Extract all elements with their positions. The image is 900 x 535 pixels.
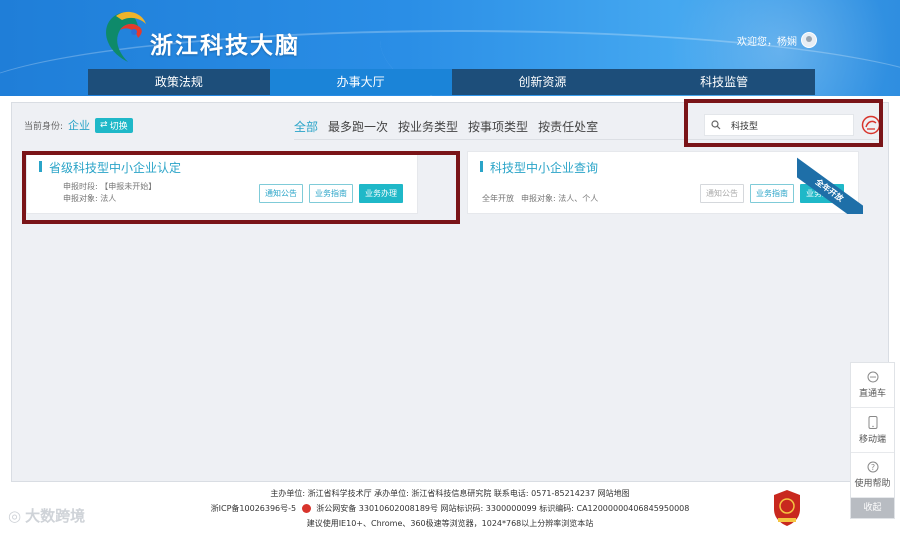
footer-browser-hint: 建议使用IE10+、Chrome、360极速等浏览器，1024*768以上分辨率… — [306, 519, 594, 528]
footer-record-info: 浙公网安备 33010602008189号 网站标识码: 3300000099 … — [316, 504, 690, 513]
card-open-status: 全年开放 — [482, 194, 514, 203]
search-highlight-box — [684, 99, 883, 147]
party-gov-seal-icon[interactable] — [772, 489, 802, 527]
current-identity: 当前身份: 企业 ⇄ 切换 — [24, 117, 133, 133]
year-round-ribbon: 全年开放 — [797, 148, 863, 214]
main-nav: 政策法规 办事大厅 创新资源 科技监管 — [88, 69, 815, 95]
card-accent-bar — [480, 161, 483, 172]
watermark-text: 大数跨境 — [25, 507, 86, 525]
svg-text:?: ? — [870, 463, 874, 472]
direct-access-label: 直通车 — [858, 389, 886, 399]
site-footer: 主办单位: 浙江省科学技术厅 承办单位: 浙江省科技信息研究院 联系电话: 05… — [0, 486, 900, 531]
footer-organizer: 主办单位: 浙江省科学技术厅 承办单位: 浙江省科技信息研究院 联系电话: 05… — [270, 489, 630, 498]
switch-icon: ⇄ — [100, 120, 108, 130]
user-welcome[interactable]: 欢迎您，杨娴 — [737, 32, 817, 48]
site-title: 浙江科技大脑 — [150, 33, 300, 59]
phone-icon — [868, 415, 877, 429]
guide-button[interactable]: 业务指南 — [750, 184, 794, 203]
mobile-label: 移动端 — [858, 434, 886, 445]
chat-icon — [867, 371, 878, 383]
notice-button[interactable]: 通知公告 — [700, 184, 744, 203]
filter-by-department[interactable]: 按责任处室 — [538, 118, 598, 135]
filter-all[interactable]: 全部 — [294, 118, 318, 135]
icp-link[interactable]: 浙ICP备10026396号-5 — [211, 504, 296, 513]
card-title[interactable]: 科技型中小企业查询 — [490, 159, 598, 176]
filter-by-item-type[interactable]: 按事项类型 — [468, 118, 528, 135]
nav-item-service-hall[interactable]: 办事大厅 — [269, 69, 452, 95]
card-highlight-box — [22, 151, 460, 224]
avatar[interactable] — [801, 32, 817, 48]
welcome-text: 欢迎您，杨娴 — [737, 36, 797, 48]
site-logo-icon[interactable] — [98, 6, 150, 64]
card-apply-target: 申报对象: 法人、个人 — [521, 194, 599, 203]
mobile-item[interactable]: 移动端 — [851, 408, 894, 453]
watermark: ◎ 大数跨境 — [8, 505, 85, 526]
footer-registration: 浙ICP备10026396号-5 浙公网安备 33010602008189号 网… — [0, 501, 900, 516]
ribbon-label: 全年开放 — [797, 156, 863, 214]
nav-item-tech-supervision[interactable]: 科技监管 — [633, 69, 815, 95]
help-icon: ? — [867, 461, 878, 473]
nav-item-policy[interactable]: 政策法规 — [88, 69, 270, 95]
filter-by-business-type[interactable]: 按业务类型 — [398, 118, 458, 135]
direct-access-item[interactable]: 直通车 — [851, 363, 894, 408]
police-badge-icon — [301, 504, 311, 513]
watermark-logo-icon: ◎ — [8, 506, 22, 525]
filter-run-once[interactable]: 最多跑一次 — [328, 118, 388, 135]
switch-identity-button[interactable]: ⇄ 切换 — [95, 117, 133, 133]
filter-tabs: 全部 最多跑一次 按业务类型 按事项类型 按责任处室 — [294, 118, 598, 135]
switch-label: 切换 — [109, 121, 128, 132]
identity-label: 当前身份: — [24, 121, 64, 132]
nav-item-innovation-resources[interactable]: 创新资源 — [451, 69, 634, 95]
identity-role: 企业 — [68, 119, 91, 132]
